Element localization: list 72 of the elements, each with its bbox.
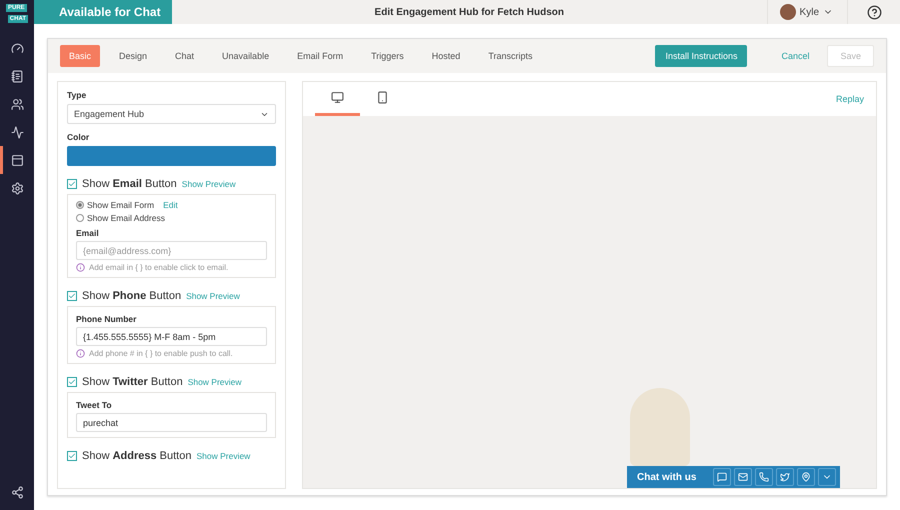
notes-icon [10, 70, 24, 82]
type-select[interactable]: Engagement Hub [67, 104, 276, 124]
chat-icon [717, 472, 727, 482]
section-title: Show Phone Button [82, 290, 182, 302]
user-name[interactable]: Kyle [800, 6, 819, 18]
show-preview-link[interactable]: Show Preview [182, 179, 236, 189]
input-field[interactable]: purechat [76, 413, 267, 432]
mobile-icon [376, 91, 389, 104]
checkbox[interactable] [67, 291, 77, 301]
check-icon [68, 180, 76, 188]
widget-icon [10, 154, 24, 166]
check-icon [68, 292, 76, 300]
checkbox[interactable] [67, 451, 77, 461]
location-button[interactable] [797, 468, 815, 486]
section-title: Show Email Button [82, 178, 177, 190]
radio-button[interactable] [76, 201, 84, 209]
field-label: Phone Number [76, 314, 138, 324]
edit-link[interactable]: Edit [163, 200, 178, 210]
people-icon [10, 98, 24, 110]
chat-label: Chat with us [637, 472, 696, 482]
check-icon [68, 378, 76, 386]
section-title: Show Address Button [82, 450, 192, 462]
tab[interactable]: Hosted [422, 45, 470, 67]
chat-bar[interactable]: Chat with us [627, 466, 840, 488]
replay-link[interactable]: Replay [836, 94, 864, 104]
desktop-icon [331, 91, 344, 104]
hint-text: Add phone # in { } to enable push to call. [89, 349, 233, 358]
twitter-button[interactable] [776, 468, 794, 486]
location-icon [801, 472, 811, 482]
info-icon [76, 263, 85, 272]
hint-text: Add email in { } to enable click to email. [89, 263, 228, 272]
section-title: Show Twitter Button [82, 376, 183, 388]
tab[interactable]: Triggers [362, 45, 413, 67]
color-swatch[interactable] [67, 146, 276, 166]
tab[interactable]: Transcripts [479, 45, 542, 67]
twitter-icon [780, 472, 790, 482]
show-preview-link[interactable]: Show Preview [186, 291, 240, 301]
phone-icon [759, 472, 769, 482]
tab[interactable]: Basic [60, 45, 100, 67]
radio-label: Show Email Address [87, 213, 165, 223]
tab[interactable]: Unavailable [213, 45, 278, 67]
status-label[interactable]: Available for Chat [34, 0, 172, 24]
input-field[interactable]: {1.455.555.5555} M-F 8am - 5pm [76, 327, 267, 346]
analytics-icon [10, 126, 24, 138]
install-instructions-button[interactable]: Install Instructions [655, 45, 748, 67]
radio-button[interactable] [76, 214, 84, 222]
email-icon [738, 472, 748, 482]
settings-icon [10, 182, 24, 194]
email-button[interactable] [734, 468, 752, 486]
phone-button[interactable] [755, 468, 773, 486]
page-title: Edit Engagement Hub for Fetch Hudson [374, 6, 565, 18]
tab[interactable]: Chat [166, 45, 204, 67]
help-icon[interactable] [866, 4, 882, 20]
checkbox[interactable] [67, 377, 77, 387]
show-preview-link[interactable]: Show Preview [196, 451, 250, 461]
field-label: Type [67, 90, 88, 100]
info-icon [76, 349, 85, 358]
chat-button[interactable] [713, 468, 731, 486]
show-preview-link[interactable]: Show Preview [188, 377, 242, 387]
tab[interactable]: Design [110, 45, 156, 67]
tab[interactable]: Email Form [288, 45, 352, 67]
field-label: Color [67, 132, 90, 142]
avatar[interactable] [780, 4, 796, 20]
field-label: Tweet To [76, 400, 113, 410]
share-icon [10, 486, 24, 498]
field-label: Email [76, 228, 100, 238]
radio-label: Show Email Form [87, 200, 154, 210]
gauge-icon [10, 42, 24, 54]
cancel-link[interactable]: Cancel [781, 51, 810, 61]
check-icon [68, 452, 76, 460]
checkbox[interactable] [67, 179, 77, 189]
input-field[interactable]: {email@address.com} [76, 241, 267, 260]
